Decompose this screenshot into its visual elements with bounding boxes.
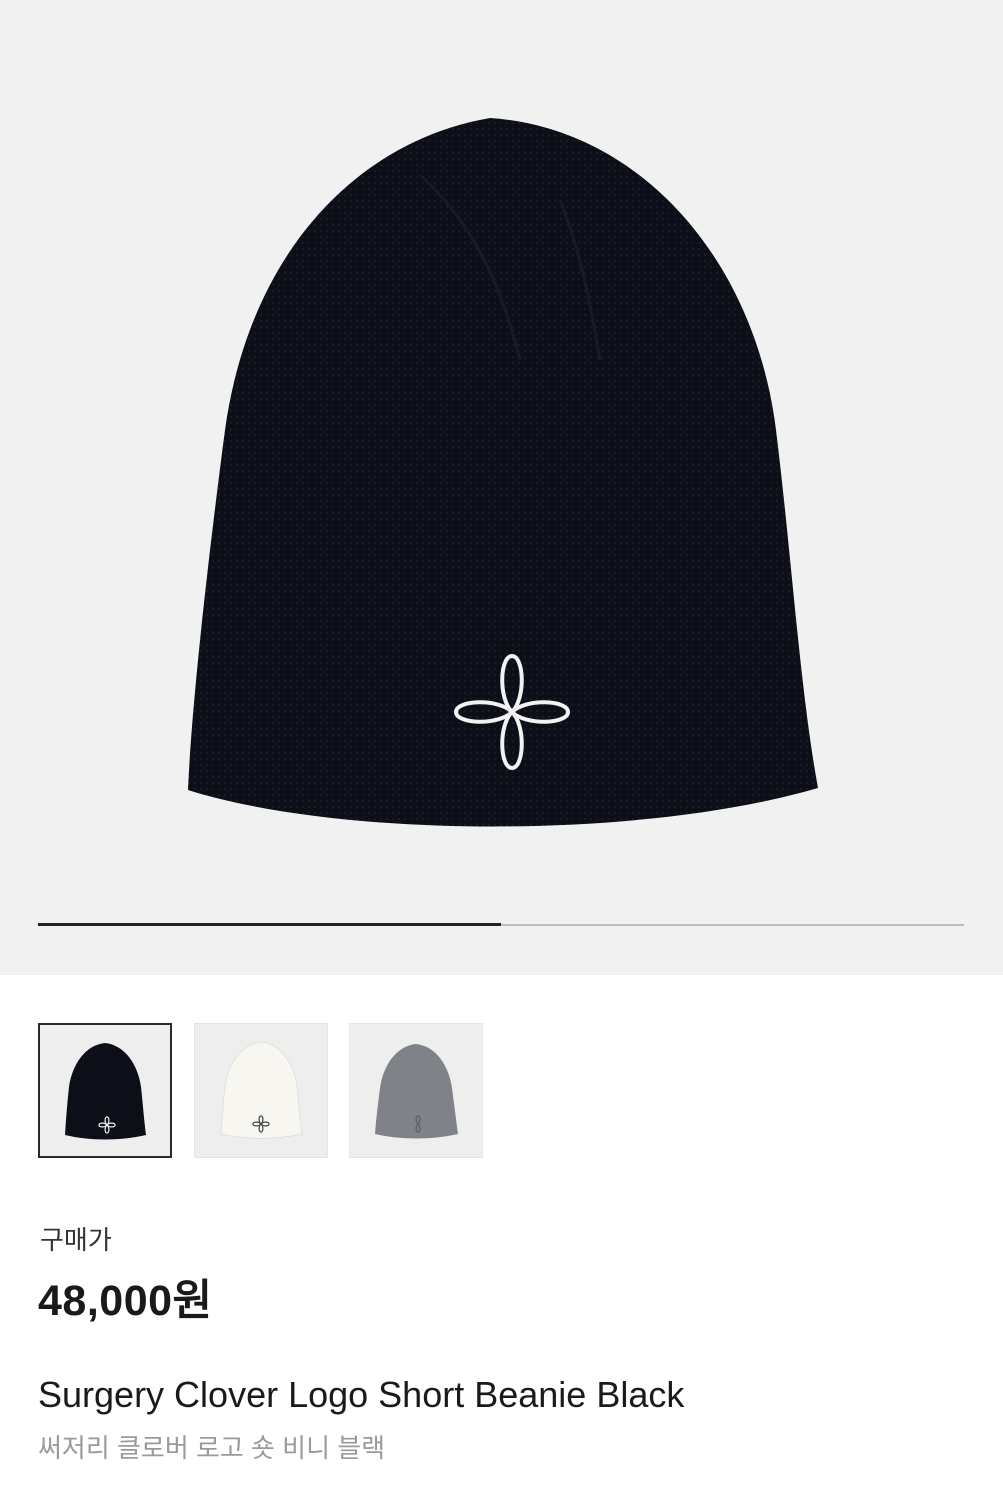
product-image-gallery[interactable] (0, 0, 1003, 975)
thumbnail-gray[interactable] (349, 1023, 483, 1158)
price-label: 구매가 (40, 1225, 112, 1255)
thumbnail-white[interactable] (194, 1023, 328, 1158)
beanie-main-image (188, 118, 818, 827)
gallery-progress-fill (38, 923, 501, 926)
gallery-progress-bar (38, 923, 964, 926)
thumbnail-black[interactable] (38, 1023, 172, 1158)
product-name-english: Surgery Clover Logo Short Beanie Black (38, 1374, 685, 1415)
product-name-korean: 써저리 클로버 로고 숏 비니 블랙 (38, 1433, 386, 1463)
price-value: 48,000원 (38, 1277, 213, 1325)
